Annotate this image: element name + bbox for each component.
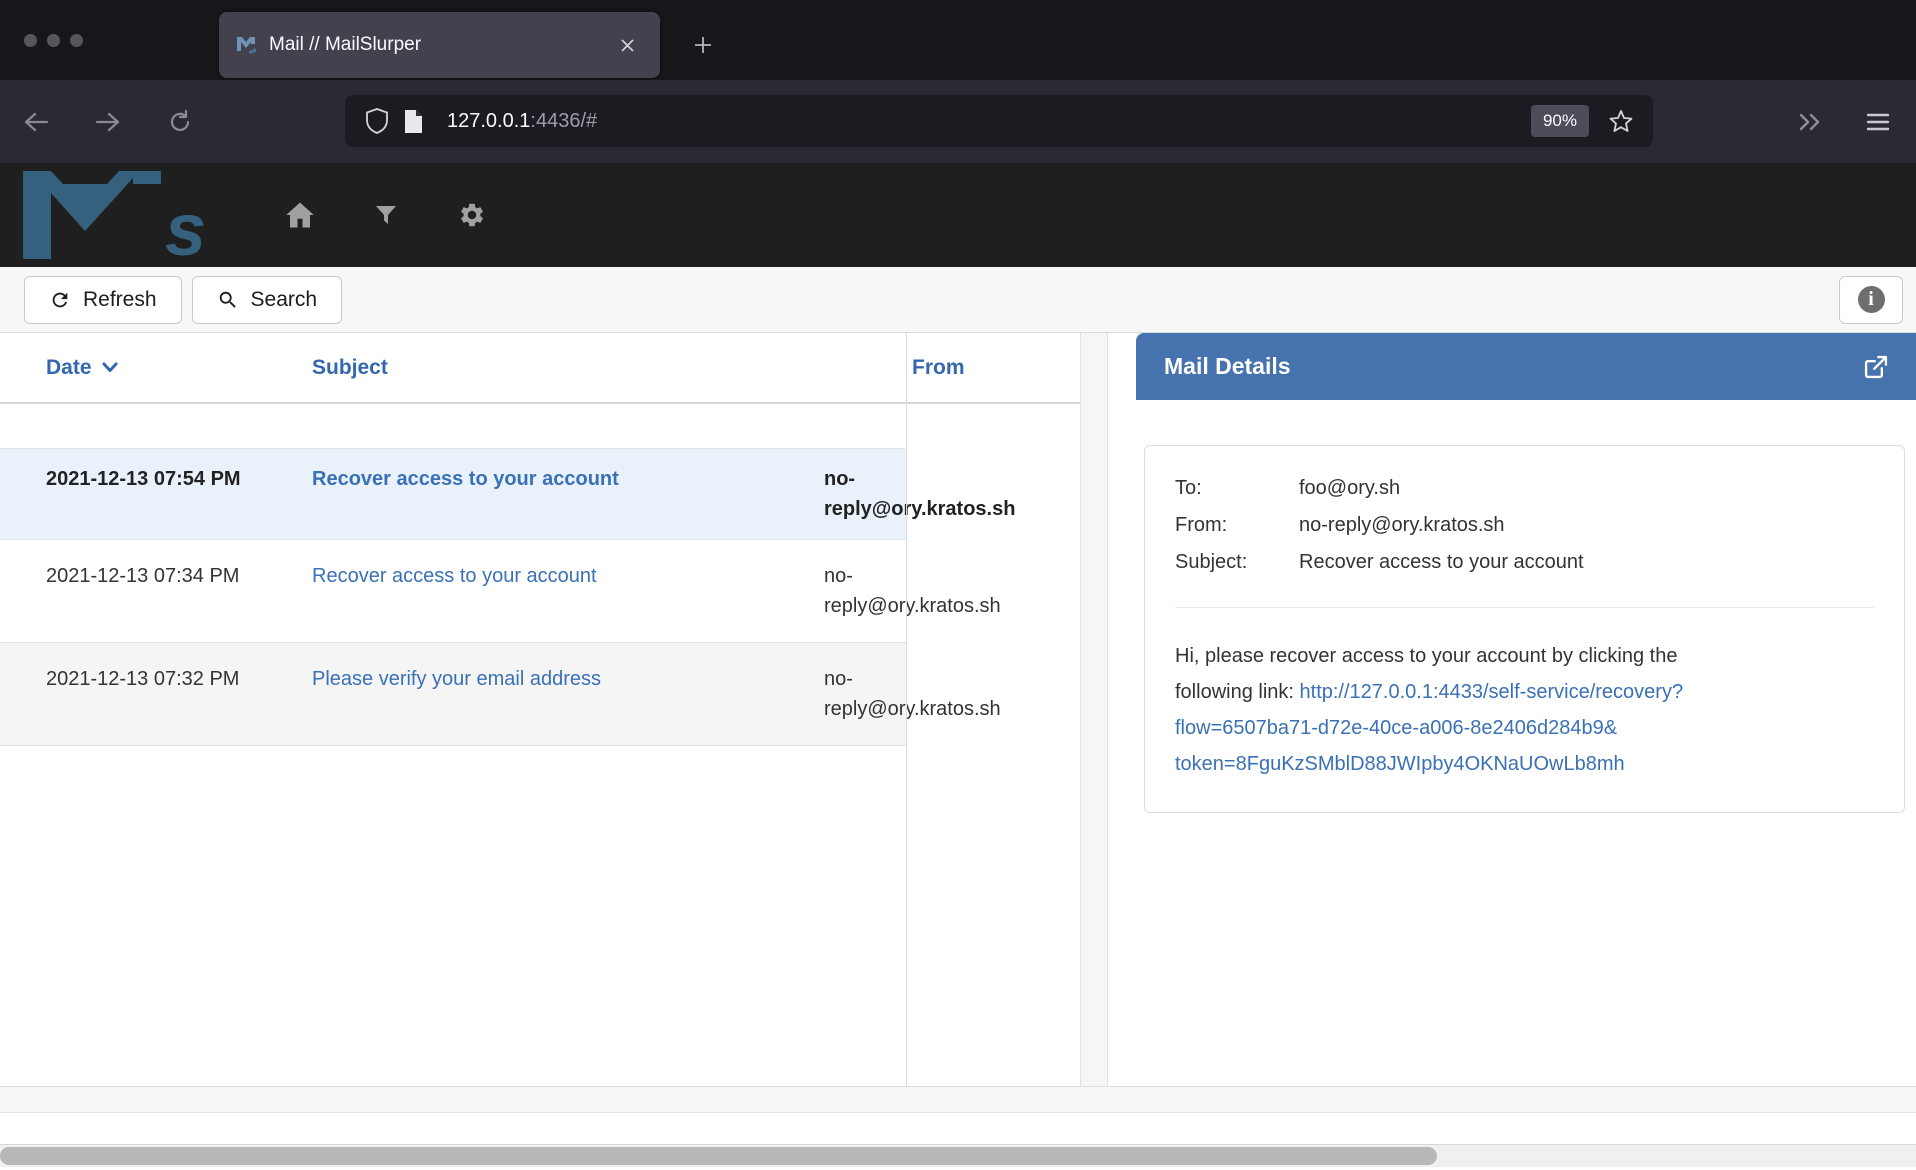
bookmark-star-icon[interactable] [1603,103,1639,139]
to-value: foo@ory.sh [1299,470,1400,507]
new-tab-button[interactable] [684,26,722,64]
info-button[interactable]: i [1839,276,1903,324]
sort-chevron-down-icon [102,362,118,373]
browser-nav-bar: 127.0.0.1:4436/# 90% [0,80,1916,163]
from-label: From: [1175,507,1299,544]
refresh-label: Refresh [83,288,157,312]
detail-subject-row: Subject: Recover access to your account [1175,544,1874,581]
subject-value: Recover access to your account [1299,544,1584,581]
mail-row[interactable]: 2021-12-13 07:54 PM Recover access to yo… [0,448,906,539]
column-header-subject[interactable]: Subject [272,356,782,380]
mail-from: no-reply@ory.kratos.sh [782,664,906,724]
filter-icon[interactable] [369,198,403,232]
mail-details-panel: Mail Details To: foo@ory.sh From: no-rep… [1108,333,1916,1086]
settings-gear-icon[interactable] [455,198,489,232]
svg-text:s: s [165,188,206,259]
mail-date: 2021-12-13 07:34 PM [0,561,272,621]
mail-from: no-reply@ory.kratos.sh [782,561,906,621]
mail-subject-link[interactable]: Recover access to your account [272,464,782,524]
recovery-link-part1: http://127.0.0.1:4433/self-service [1300,681,1590,703]
recovery-link-part3: token=8FguKzSMblD88JWIpby4OKNaUOwLb8mh [1175,753,1625,775]
detail-to-row: To: foo@ory.sh [1175,470,1874,507]
page-info-icon[interactable] [395,103,431,139]
mail-details-card: To: foo@ory.sh From: no-reply@ory.kratos… [1144,445,1905,813]
reload-button[interactable] [160,102,200,142]
main-content: Date Subject From 2021-12-13 07:54 PM Re… [0,333,1916,1087]
to-label: To: [1175,470,1299,507]
search-icon [217,289,239,311]
url-text: 127.0.0.1:4436/# [447,110,1531,133]
mail-row[interactable]: 2021-12-13 07:34 PM Recover access to yo… [0,539,906,642]
shield-icon[interactable] [359,103,395,139]
bottom-spacer [0,1113,1916,1144]
browser-tab[interactable]: Mail // MailSlurper [219,12,660,78]
mail-details-title: Mail Details [1164,353,1862,380]
panel-divider [906,333,907,1086]
mailslurper-favicon [237,36,257,54]
mail-list-header: Date Subject From [0,333,1080,404]
search-button[interactable]: Search [192,276,343,324]
mail-date: 2021-12-13 07:54 PM [0,464,272,524]
home-icon[interactable] [283,198,317,232]
open-external-icon[interactable] [1862,353,1890,381]
refresh-button[interactable]: Refresh [24,276,182,324]
app-header: s [0,163,1916,267]
info-icon: i [1858,286,1885,313]
url-bar[interactable]: 127.0.0.1:4436/# 90% [345,95,1653,147]
forward-button[interactable] [88,102,128,142]
search-label: Search [251,288,318,312]
url-host: 127.0.0.1 [447,110,530,132]
mail-row[interactable]: 2021-12-13 07:32 PM Please verify your e… [0,642,906,746]
date-header-label: Date [46,356,92,380]
mail-subject-link[interactable]: Recover access to your account [272,561,782,621]
mail-date: 2021-12-13 07:32 PM [0,664,272,724]
tab-close-icon[interactable] [612,30,642,60]
zoom-level-badge[interactable]: 90% [1531,105,1589,137]
mail-body: Hi, please recover access to your accoun… [1175,638,1755,782]
mail-from: no-reply@ory.kratos.sh [782,464,906,524]
detail-from-row: From: no-reply@ory.kratos.sh [1175,507,1874,544]
tab-title: Mail // MailSlurper [269,34,612,56]
horizontal-scrollbar[interactable] [0,1144,1916,1167]
mail-list-panel: Date Subject From 2021-12-13 07:54 PM Re… [0,333,1080,1086]
mail-subject-link[interactable]: Please verify your email address [272,664,782,724]
subject-label: Subject: [1175,544,1299,581]
mailslurper-logo: s [23,171,223,259]
refresh-icon [49,289,71,311]
list-header-gap [0,404,1080,448]
overflow-chevrons-icon[interactable] [1790,102,1830,142]
from-value: no-reply@ory.kratos.sh [1299,507,1505,544]
mail-details-header: Mail Details [1136,333,1916,400]
column-header-date[interactable]: Date [0,356,272,380]
bottom-band [0,1087,1916,1113]
horizontal-scrollbar-thumb[interactable] [0,1147,1437,1165]
app-toolbar: Refresh Search i [0,267,1916,333]
window-controls[interactable] [24,34,83,47]
url-path: :4436/# [530,110,597,132]
details-separator [1175,607,1874,608]
browser-tab-bar: Mail // MailSlurper [0,0,1916,80]
column-header-from[interactable]: From [782,356,1080,380]
back-button[interactable] [16,102,56,142]
menu-hamburger-icon[interactable] [1858,102,1898,142]
panel-gutter [1080,333,1108,1086]
